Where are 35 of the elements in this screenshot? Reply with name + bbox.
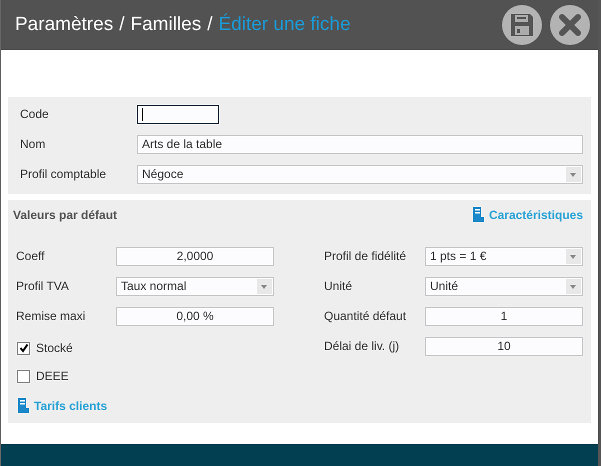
field-label: Profil TVA [15, 279, 70, 293]
field-label: Nom [19, 137, 46, 151]
field-label: Délai de liv. (j) [323, 339, 400, 353]
field-label: Profil comptable [19, 167, 108, 181]
section-title: Valeurs par défaut [12, 208, 118, 222]
close-icon [557, 12, 583, 38]
checkbox[interactable] [17, 342, 30, 354]
dropdown[interactable]: Taux normal [116, 276, 274, 296]
breadcrumb-separator: / [119, 14, 124, 36]
close-button[interactable] [550, 5, 590, 45]
checkbox-label: Stocké [36, 341, 73, 355]
document-icon [470, 206, 485, 224]
input-field[interactable]: 10 [425, 336, 583, 356]
input-field[interactable]: 1 [425, 306, 583, 326]
field-label: Coeff [15, 249, 46, 263]
input-field[interactable]: 0,00 % [116, 306, 274, 326]
dropdown[interactable]: Négoce [137, 164, 583, 184]
checkbox[interactable] [17, 370, 30, 382]
breadcrumb-item: Éditer une fiche [218, 14, 351, 36]
input-field[interactable] [137, 104, 219, 124]
breadcrumb-item[interactable]: Paramètres [15, 14, 114, 36]
field-label: Profil de fidélité [323, 249, 408, 263]
document-icon [16, 397, 30, 415]
field-label: Remise maxi [15, 309, 86, 323]
dropdown[interactable]: 1 pts = 1 € [425, 246, 583, 266]
input-field[interactable]: 2,0000 [116, 246, 274, 266]
field-label: Unité [323, 279, 354, 293]
breadcrumb-separator: / [207, 14, 212, 36]
field-label: Code [19, 107, 50, 121]
field-label: Quantité défaut [323, 309, 408, 323]
dropdown[interactable]: Unité [425, 276, 583, 296]
breadcrumb-item[interactable]: Familles [130, 14, 202, 36]
save-button[interactable] [502, 5, 542, 45]
checkbox-label: DEEE [36, 369, 69, 383]
input-field[interactable]: Arts de la table [137, 134, 583, 154]
